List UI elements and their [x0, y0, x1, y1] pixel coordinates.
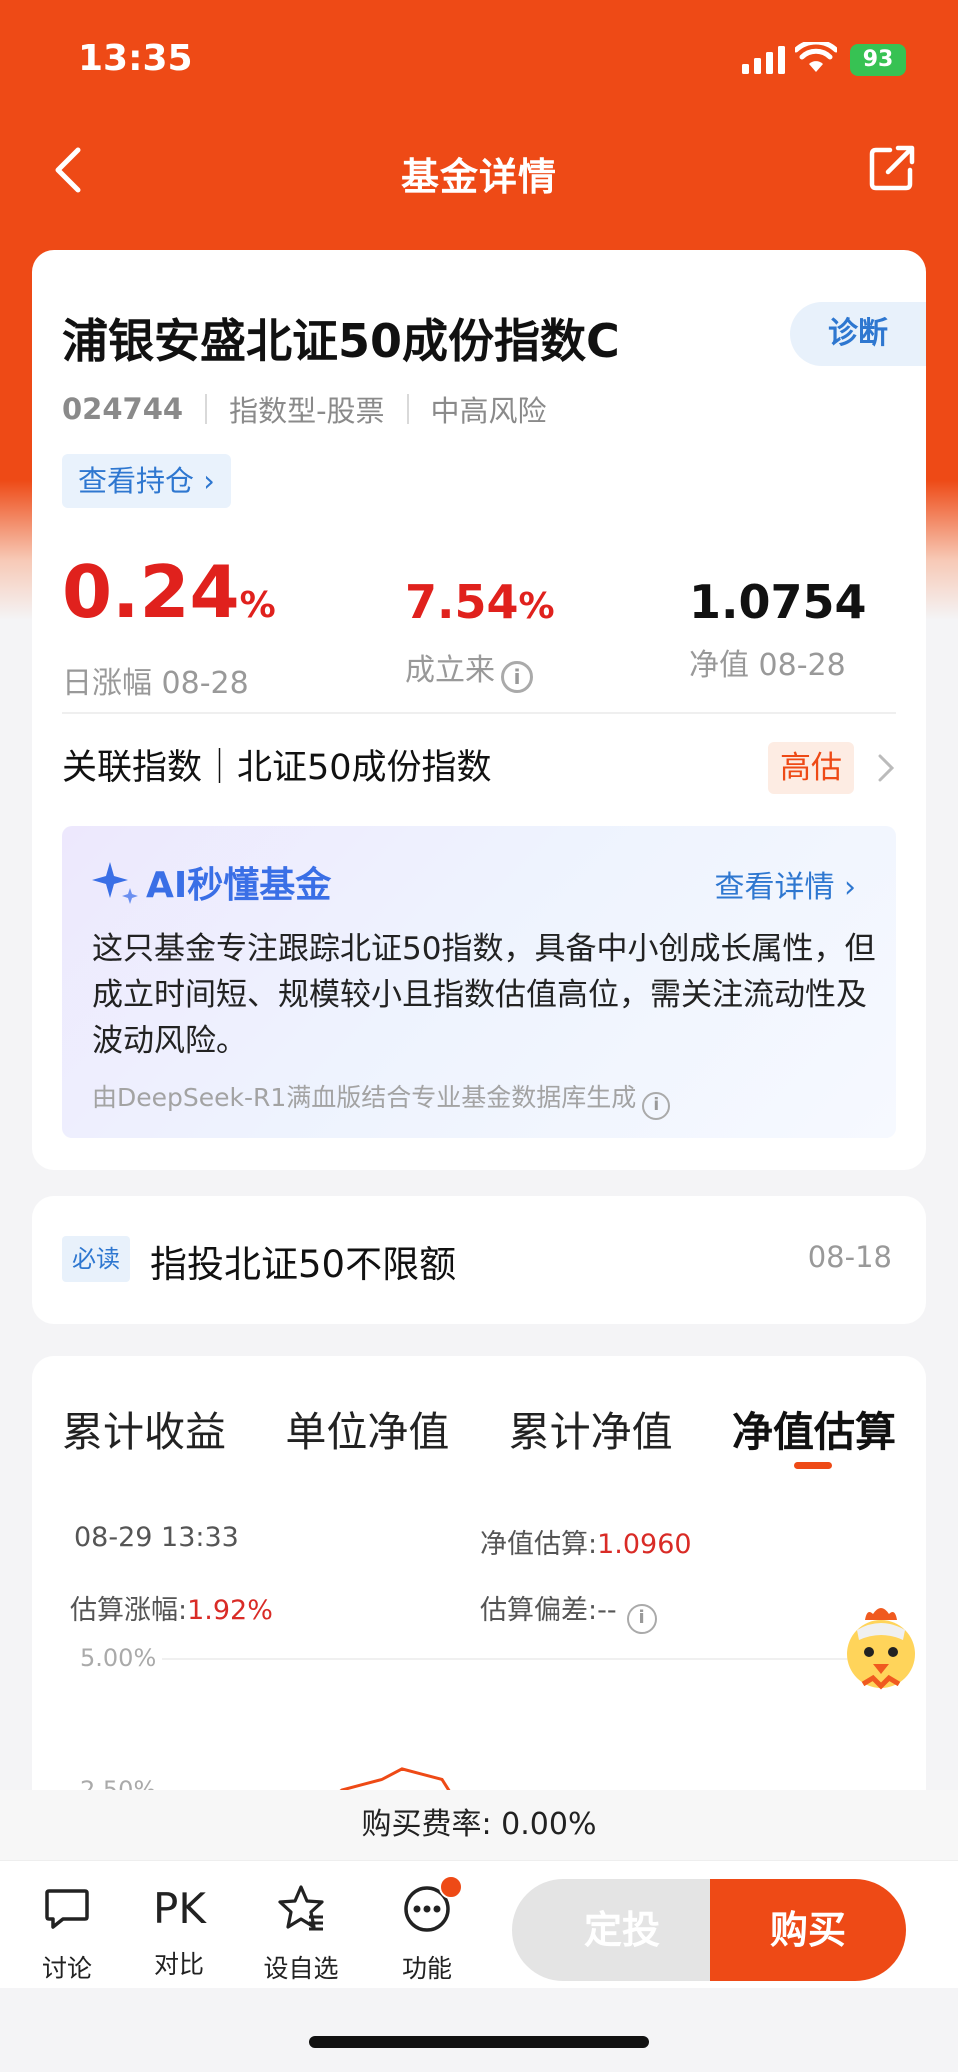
- page-title: 基金详情: [400, 155, 557, 199]
- fund-meta: 024744 指数型-股票 中高风险: [62, 388, 547, 430]
- divider: [62, 712, 896, 714]
- battery-icon: 93: [850, 44, 906, 76]
- chart-card: 累计收益 单位净值 累计净值 净值估算 08-29 13:33 净值估算:1.0…: [32, 1356, 926, 1816]
- daily-change-value: 0.24: [62, 550, 240, 634]
- related-index-label: 关联指数｜北证50成份指数: [62, 748, 492, 788]
- auto-invest-button[interactable]: 定投: [512, 1879, 732, 1981]
- news-headline: 指投北证50不限额: [150, 1243, 457, 1286]
- fund-code: 024744: [62, 392, 184, 426]
- meta-divider: [205, 394, 208, 424]
- compare-label: 对比: [153, 1950, 204, 1979]
- info-icon[interactable]: i: [501, 661, 533, 693]
- functions-label: 功能: [401, 1954, 452, 1983]
- ai-summary-box: AI秒懂基金 查看详情 › 这只基金专注跟踪北证50指数，具备中小创成长属性，但…: [62, 826, 896, 1138]
- notification-dot: [439, 1875, 463, 1899]
- home-indicator: [309, 2036, 649, 2048]
- discuss-label: 讨论: [41, 1954, 92, 1983]
- ai-summary-text: 这只基金专注跟踪北证50指数，具备中小创成长属性，但成立时间短、规模较小且指数估…: [92, 931, 876, 1059]
- wifi-icon: [795, 42, 837, 72]
- compare-button[interactable]: PK 对比: [134, 1883, 224, 1981]
- chat-bubble-icon: [45, 1889, 89, 1929]
- purchase-fee-bar: 购买费率: 0.00%: [0, 1790, 958, 1860]
- mascot-icon[interactable]: [833, 1600, 929, 1696]
- daily-change-stat: 0.24% 日涨幅 08-28: [62, 550, 276, 702]
- must-read-badge: 必读: [62, 1236, 130, 1282]
- meta-divider: [406, 394, 409, 424]
- since-inception-stat: 7.54% 成立来 i: [405, 550, 555, 693]
- news-date: 08-18: [807, 1240, 892, 1274]
- functions-button[interactable]: 功能: [382, 1875, 472, 1985]
- ai-footer-note: 由DeepSeek-R1满血版结合专业基金数据库生成 i: [92, 1078, 671, 1120]
- info-icon[interactable]: i: [642, 1092, 671, 1120]
- related-index-row[interactable]: 关联指数｜北证50成份指数 高估: [62, 740, 896, 796]
- discuss-button[interactable]: 讨论: [22, 1883, 112, 1985]
- chevron-right-icon: [878, 754, 895, 782]
- nav-value: 1.0754: [689, 575, 867, 629]
- fund-type: 指数型-股票: [229, 394, 385, 428]
- view-holdings-button[interactable]: 查看持仓 ›: [62, 454, 231, 508]
- daily-change-label: 日涨幅 08-28: [62, 666, 249, 701]
- pk-icon: PK: [153, 1884, 206, 1933]
- fund-risk: 中高风险: [430, 394, 547, 428]
- news-card[interactable]: 必读 指投北证50不限额 08-18: [32, 1196, 926, 1324]
- ai-title: AI秒懂基金: [146, 865, 332, 906]
- home-indicator-area: [0, 1988, 958, 2072]
- since-inception-value: 7.54: [405, 575, 519, 629]
- fund-summary-card: 浦银安盛北证50成份指数C 诊断 024744 指数型-股票 中高风险 查看持仓…: [32, 250, 926, 1170]
- sparkle-icon: [92, 862, 138, 904]
- nav-bar: 基金详情: [0, 130, 958, 210]
- add-watchlist-label: 设自选: [263, 1954, 339, 1983]
- fund-name: 浦银安盛北证50成份指数C: [62, 314, 620, 368]
- buy-button[interactable]: 购买: [710, 1879, 906, 1981]
- status-time: 13:35: [78, 38, 193, 79]
- ai-view-detail-link[interactable]: 查看详情 ›: [714, 862, 856, 906]
- diagnose-button[interactable]: 诊断: [790, 302, 926, 366]
- nav-stat: 1.0754 净值 08-28: [689, 550, 867, 684]
- since-inception-label: 成立来: [405, 653, 495, 688]
- share-icon[interactable]: [866, 142, 918, 194]
- cellular-signal-icon: [742, 46, 785, 74]
- add-watchlist-button[interactable]: 设自选: [256, 1883, 346, 1985]
- bottom-action-bar: 讨论 PK 对比 设自选 功能 定投 购买: [0, 1860, 958, 1988]
- valuation-tag: 高估: [768, 742, 854, 794]
- daily-change-unit: %: [239, 585, 276, 626]
- status-bar: 13:35 93: [0, 0, 958, 120]
- ai-footer-text: 由DeepSeek-R1满血版结合专业基金数据库生成: [92, 1083, 637, 1112]
- nav-label: 净值 08-28: [689, 648, 846, 683]
- estimate-chart: [269, 1767, 563, 1816]
- star-icon: [278, 1885, 324, 1931]
- since-inception-unit: %: [518, 586, 555, 627]
